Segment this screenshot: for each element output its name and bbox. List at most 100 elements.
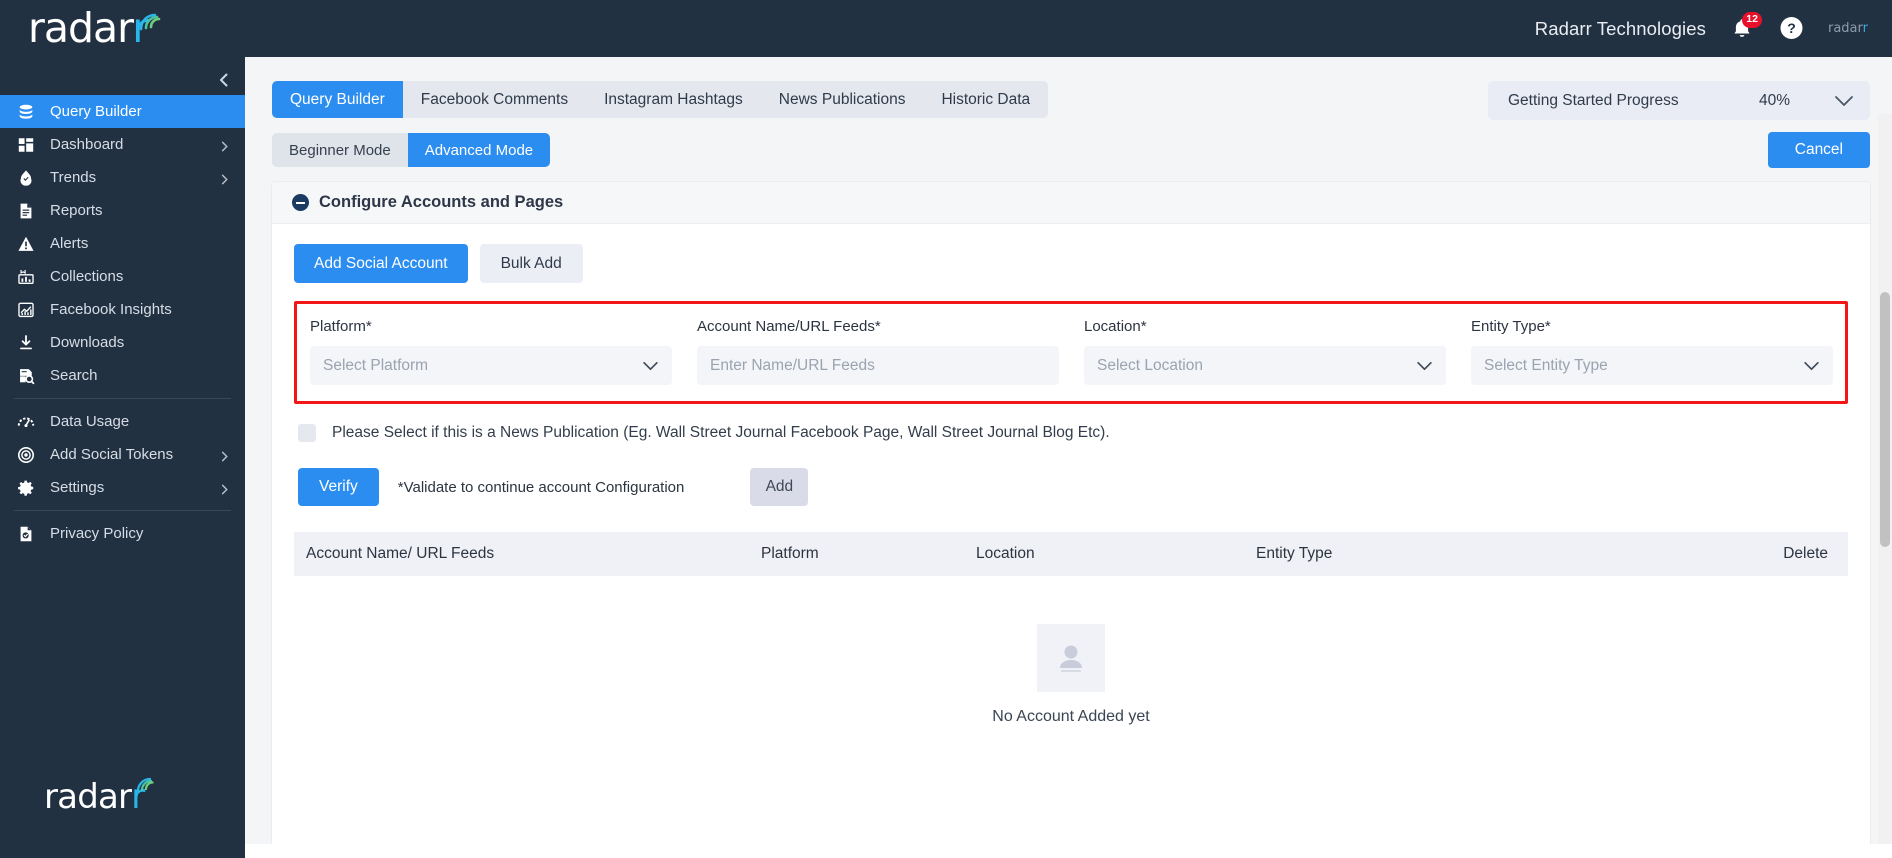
sidebar-item-settings[interactable]: Settings <box>0 471 245 504</box>
add-account-button[interactable]: Add <box>750 468 809 506</box>
chevron-down-icon[interactable] <box>1416 361 1433 371</box>
sidebar-item-add-social-tokens[interactable]: Add Social Tokens <box>0 438 245 471</box>
table-column-header: Entity Type <box>1256 545 1333 562</box>
sidebar-item-label: Data Usage <box>50 413 130 430</box>
tab-query-builder[interactable]: Query Builder <box>272 81 403 118</box>
news-publication-label: Please Select if this is a News Publicat… <box>332 424 1110 441</box>
sidebar-item-facebook-insights[interactable]: Facebook Insights <box>0 293 245 326</box>
top-bar-right: Radarr Technologies 12 ? radarr <box>1534 11 1892 43</box>
sidebar-item-label: Trends <box>50 169 97 186</box>
organization-name: Radarr Technologies <box>1534 17 1706 39</box>
sidebar-item-alerts[interactable]: Alerts <box>0 227 245 260</box>
sidebar-item-dashboard[interactable]: Dashboard <box>0 128 245 161</box>
collections-icon <box>16 267 36 287</box>
account-form-fields: Platform* Select Platform Account Name/URL… <box>294 301 1848 404</box>
sidebar-item-query-builder[interactable]: Query Builder <box>0 95 245 128</box>
sidebar-item-label: Add Social Tokens <box>50 446 174 463</box>
accounts-empty-state: No Account Added yet <box>294 576 1848 766</box>
empty-state-text: No Account Added yet <box>992 708 1150 725</box>
mode-beginner-mode[interactable]: Beginner Mode <box>272 133 408 167</box>
top-bar: radarr Radarr Technologies 12 ? radarr <box>0 0 1892 57</box>
bulk-add-button[interactable]: Bulk Add <box>479 244 583 283</box>
chevron-right-icon[interactable] <box>219 449 231 461</box>
field-value-entity-type: Select Entity Type <box>1484 356 1608 374</box>
getting-started-progress[interactable]: Getting Started Progress 40% <box>1488 81 1870 120</box>
grid-icon <box>16 135 36 155</box>
help-button[interactable]: ? <box>1778 15 1805 42</box>
sidebar-item-data-usage[interactable]: Data Usage <box>0 405 245 438</box>
sidebar-item-downloads[interactable]: Downloads <box>0 326 245 359</box>
card-title: Configure Accounts and Pages <box>319 193 564 211</box>
input-account-name-url-feeds[interactable]: Enter Name/URL Feeds <box>697 346 1059 385</box>
chevron-down-icon[interactable] <box>1803 361 1820 371</box>
chevron-left-icon <box>220 73 228 87</box>
mode-row: Beginner Mode Advanced Mode Cancel <box>272 132 1870 168</box>
main-content: Query Builder Facebook Comments Instagram … <box>245 57 1892 858</box>
alert-triangle-icon <box>16 234 36 254</box>
sidebar-nav-list: Query Builder Dashboard Trends Reports Alert… <box>0 95 245 550</box>
field-label-location: Location* <box>1084 318 1147 335</box>
card-header[interactable]: Configure Accounts and Pages <box>272 182 1870 224</box>
sidebar-item-collections[interactable]: Collections <box>0 260 245 293</box>
add-social-account-button[interactable]: Add Social Account <box>294 244 468 283</box>
gauge-icon <box>16 412 36 432</box>
configure-accounts-card: Configure Accounts and Pages Add Social … <box>272 182 1870 858</box>
tab-bar: Query Builder Facebook Comments Instagram … <box>272 81 1049 118</box>
chevron-right-icon[interactable] <box>219 482 231 494</box>
accounts-table-header: Account Name/ URL Feeds Platform Location E… <box>294 532 1848 576</box>
sidebar-item-reports[interactable]: Reports <box>0 194 245 227</box>
database-icon <box>16 102 36 122</box>
field-value-location: Select Location <box>1097 356 1203 374</box>
chevron-down-icon[interactable] <box>642 361 659 371</box>
sidebar-item-label: Dashboard <box>50 136 124 153</box>
gear-icon <box>16 478 36 498</box>
chevron-right-icon[interactable] <box>219 139 231 151</box>
cancel-button[interactable]: Cancel <box>1767 132 1870 168</box>
verify-note: *Validate to continue account Configurat… <box>397 478 685 496</box>
chevron-right-icon[interactable] <box>219 172 231 184</box>
tab-historic-data[interactable]: Historic Data <box>923 81 1048 118</box>
body-row: Query Builder Dashboard Trends Reports Alert… <box>0 57 1892 858</box>
field-account-name-url-feeds: Account Name/URL Feeds* Enter Name/URL Fe… <box>684 318 1071 385</box>
chart-line-icon <box>16 300 36 320</box>
search-doc-icon <box>16 366 36 386</box>
chevron-down-icon[interactable] <box>1834 95 1854 107</box>
tab-news-publications[interactable]: News Publications <box>761 81 924 118</box>
progress-value: 40% <box>1758 91 1790 109</box>
sidebar-item-search[interactable]: Search <box>0 359 245 392</box>
news-publication-checkbox[interactable] <box>298 424 316 442</box>
app-logo-text: radarr <box>28 4 149 52</box>
select-platform[interactable]: Select Platform <box>310 346 672 385</box>
app-logo[interactable]: radarr <box>0 0 296 57</box>
mode-toggle: Beginner Mode Advanced Mode <box>272 133 551 167</box>
field-label-platform: Platform* <box>310 318 372 335</box>
sidebar-collapse-button[interactable] <box>213 69 235 91</box>
table-column-header: Location <box>976 545 1035 562</box>
radar-wave-icon <box>135 767 165 801</box>
sidebar-item-trends[interactable]: Trends <box>0 161 245 194</box>
notifications-button[interactable]: 12 <box>1729 11 1762 43</box>
sidebar-item-privacy-policy[interactable]: Privacy Policy <box>0 517 245 550</box>
page-scrollbar-thumb[interactable] <box>1880 292 1890 547</box>
sidebar-item-label: Alerts <box>50 235 89 252</box>
sidebar-item-label: Search <box>50 367 98 384</box>
sidebar-item-label: Downloads <box>50 334 125 351</box>
main-inner: Query Builder Facebook Comments Instagram … <box>245 57 1892 858</box>
sidebar-footer: radar r <box>0 777 245 858</box>
table-column-header: Platform <box>761 545 819 562</box>
verify-button[interactable]: Verify <box>298 468 379 506</box>
tab-facebook-comments[interactable]: Facebook Comments <box>403 81 586 118</box>
select-location[interactable]: Select Location <box>1084 346 1446 385</box>
select-entity-type[interactable]: Select Entity Type <box>1471 346 1833 385</box>
minus-circle-icon[interactable] <box>292 194 309 211</box>
page-scrollbar[interactable] <box>1878 114 1892 858</box>
sidebar-item-label: Settings <box>50 479 105 496</box>
progress-label: Getting Started Progress <box>1508 91 1679 109</box>
shield-doc-icon <box>16 524 36 544</box>
mode-advanced-mode[interactable]: Advanced Mode <box>407 133 551 167</box>
svg-text:?: ? <box>1787 20 1796 36</box>
sidebar-item-label: Collections <box>50 268 124 285</box>
sidebar-item-label: Facebook Insights <box>50 301 172 318</box>
tab-instagram-hashtags[interactable]: Instagram Hashtags <box>586 81 761 118</box>
flame-icon <box>16 168 36 188</box>
